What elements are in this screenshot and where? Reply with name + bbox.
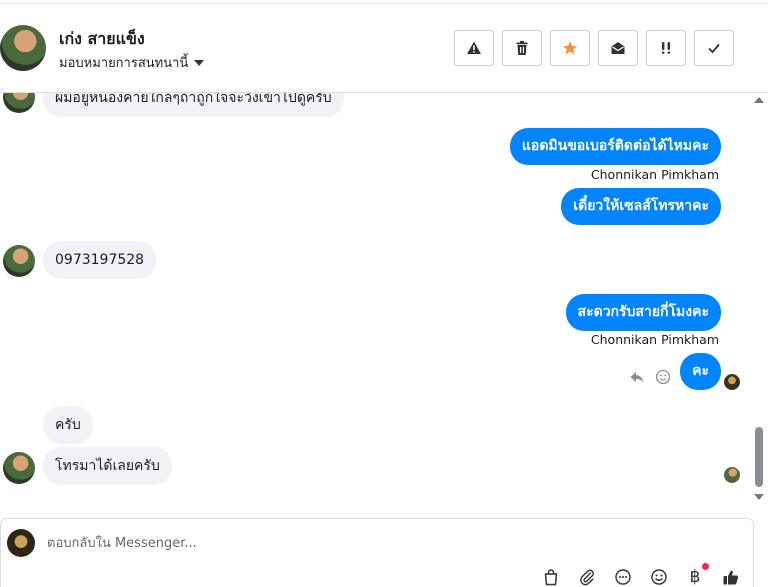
shopping-bag-icon xyxy=(544,569,558,586)
seen-by-avatar xyxy=(724,374,740,390)
message-incoming[interactable]: 0973197528 xyxy=(43,241,157,279)
reply-input[interactable] xyxy=(47,533,647,553)
message-incoming[interactable]: ครับ xyxy=(43,406,93,444)
emoji-button[interactable] xyxy=(649,567,669,587)
caret-down-icon xyxy=(194,59,205,66)
scroll-up-arrow-icon[interactable] xyxy=(754,97,764,103)
shop-button[interactable] xyxy=(541,567,561,587)
envelope-open-icon xyxy=(611,42,625,54)
message-thread[interactable]: ผมอยู่หนองคายใกล้ๆถ้าถูกใจจะวิ่งเข้าไปดู… xyxy=(0,93,768,513)
message-bubble: ผมอยู่หนองคายใกล้ๆถ้าถูกใจจะวิ่งเข้าไปดู… xyxy=(43,93,344,117)
assign-label: มอบหมายการสนทนานี้ xyxy=(59,56,189,71)
star-button[interactable] xyxy=(550,30,590,66)
delete-button[interactable] xyxy=(502,30,542,66)
message-bubble: แอดมินขอเบอร์ติดต่อได้ไหมคะ xyxy=(509,128,721,165)
chat-bubble-icon xyxy=(615,569,631,585)
conversation-toolbar xyxy=(454,30,734,66)
sender-name: Chonnikan Pimkham xyxy=(590,167,719,182)
paperclip-icon xyxy=(580,569,594,586)
scrollbar-thumb[interactable] xyxy=(755,427,763,487)
message-bubble: สะดวกรับสายกี่โมงคะ xyxy=(565,294,721,331)
exclamation-icon xyxy=(662,42,670,54)
emoji-react-icon[interactable] xyxy=(655,369,671,385)
reply-icon[interactable] xyxy=(629,369,645,385)
divider xyxy=(0,3,768,4)
composer-toolbar: ฿ xyxy=(541,563,741,587)
contact-name[interactable]: เก่ง สายแข็ง xyxy=(59,27,145,52)
message-outgoing[interactable]: แอดมินขอเบอร์ติดต่อได้ไหมคะ xyxy=(509,128,721,165)
thumbs-up-icon xyxy=(723,570,739,585)
trash-icon xyxy=(516,41,528,55)
mark-unread-button[interactable] xyxy=(598,30,638,66)
star-icon xyxy=(562,41,578,55)
check-icon xyxy=(708,43,720,54)
contact-avatar-small xyxy=(3,452,35,484)
message-incoming[interactable]: ผมอยู่หนองคายใกล้ๆถ้าถูกใจจะวิ่งเข้าไปดู… xyxy=(43,93,344,117)
warning-icon xyxy=(467,41,481,54)
follow-up-button[interactable] xyxy=(646,30,686,66)
message-bubble: ครับ xyxy=(43,406,93,444)
like-button[interactable] xyxy=(721,567,741,587)
notification-dot xyxy=(702,563,709,570)
message-actions xyxy=(629,369,671,389)
assign-conversation-dropdown[interactable]: มอบหมายการสนทนานี้ xyxy=(59,52,205,73)
reply-composer: ฿ xyxy=(0,518,754,587)
inbox-conversation-view: เก่ง สายแข็ง มอบหมายการสนทนานี้ ผมอยู่หน… xyxy=(0,0,768,587)
message-outgoing[interactable]: คะ xyxy=(680,353,721,390)
seen-by-avatar xyxy=(724,467,740,483)
contact-avatar-small xyxy=(3,93,35,113)
message-bubble: เดี๋ยวให้เซลส์โทรหาคะ xyxy=(561,188,721,225)
message-bubble: 0973197528 xyxy=(43,241,157,279)
baht-icon: ฿ xyxy=(689,567,701,587)
saved-replies-button[interactable] xyxy=(613,567,633,587)
scroll-down-arrow-icon[interactable] xyxy=(754,494,764,500)
contact-avatar-small xyxy=(3,245,35,277)
message-outgoing[interactable]: สะดวกรับสายกี่โมงคะ xyxy=(565,294,721,331)
conversation-header: เก่ง สายแข็ง มอบหมายการสนทนานี้ xyxy=(0,0,768,93)
warning-button[interactable] xyxy=(454,30,494,66)
payment-button[interactable]: ฿ xyxy=(685,563,709,587)
message-bubble: โทรมาได้เลยครับ xyxy=(43,447,172,485)
sender-name: Chonnikan Pimkham xyxy=(590,332,719,347)
done-button[interactable] xyxy=(694,30,734,66)
message-outgoing[interactable]: เดี๋ยวให้เซลส์โทรหาคะ xyxy=(561,188,721,225)
contact-avatar[interactable] xyxy=(0,25,46,71)
page-avatar xyxy=(7,529,35,557)
message-incoming[interactable]: โทรมาได้เลยครับ xyxy=(43,447,172,485)
attach-button[interactable] xyxy=(577,567,597,587)
smiley-icon xyxy=(651,569,667,585)
message-bubble: คะ xyxy=(680,353,721,390)
